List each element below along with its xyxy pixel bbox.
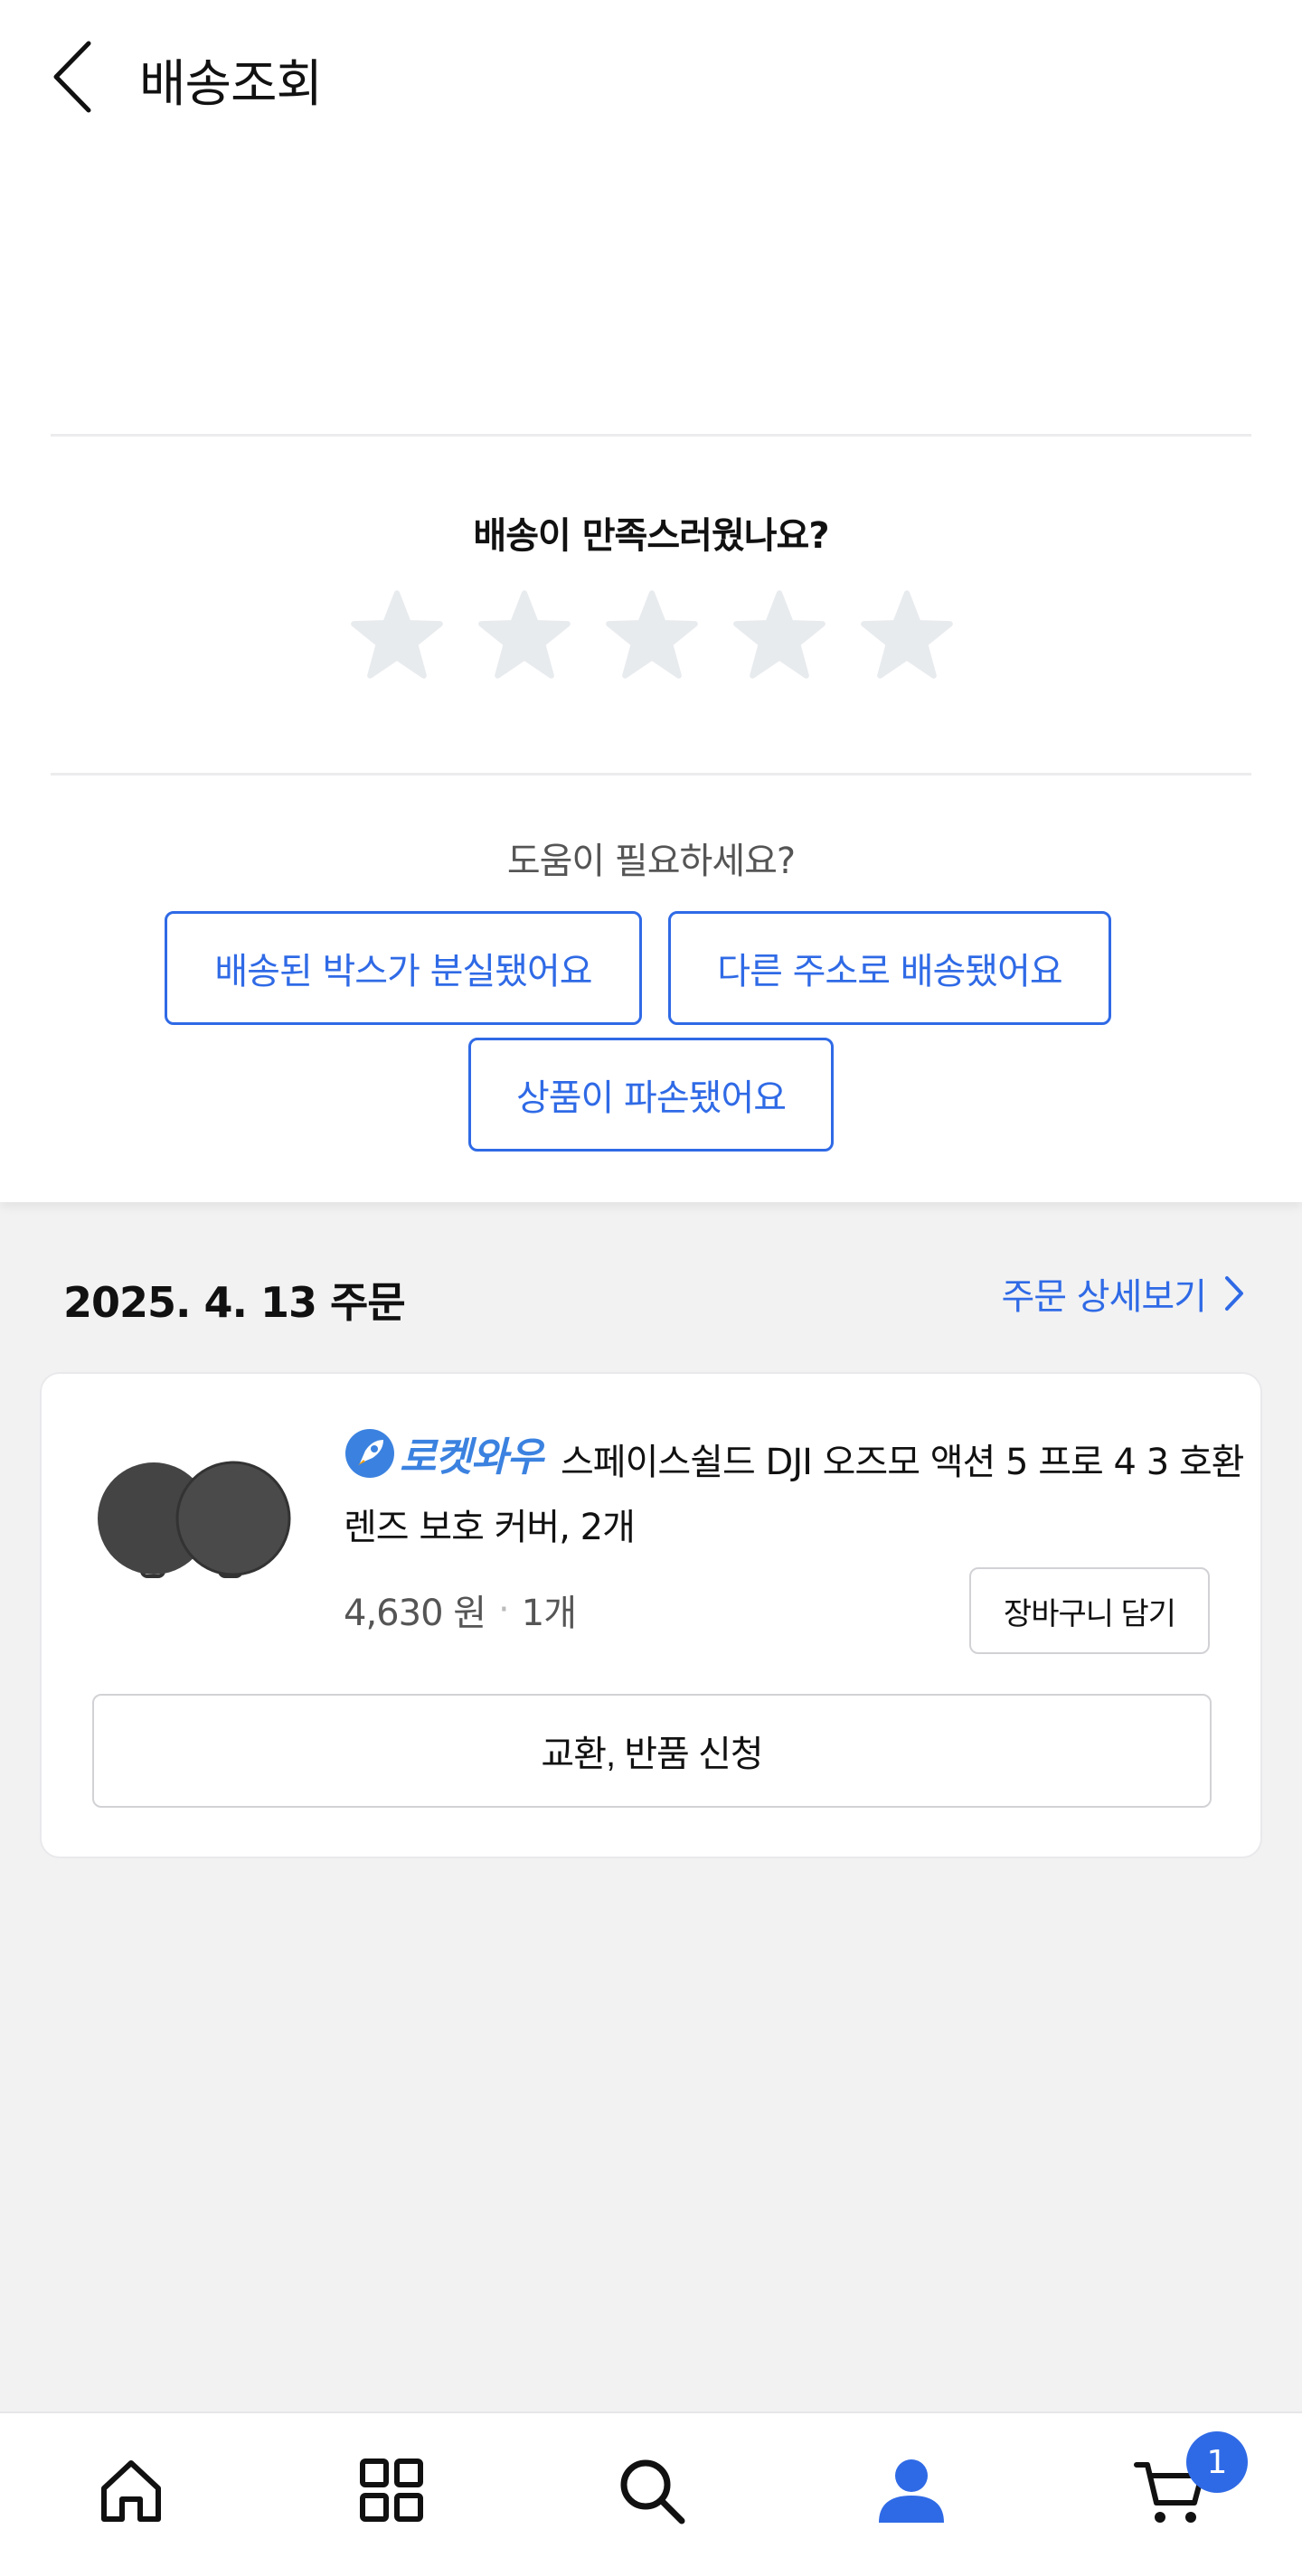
order-detail-label: 주문 상세보기 <box>1001 1276 1207 1318</box>
add-to-cart-button[interactable]: 장바구니 담기 <box>969 1567 1210 1654</box>
wrong-address-button[interactable]: 다른 주소로 배송됐어요 <box>668 911 1111 1025</box>
tab-home[interactable] <box>90 2449 172 2531</box>
delivery-tracking-panel: 배송조회 배송이 만족스러웠나요? 도움이 필요하세요? 배송된 박스가 분실됐… <box>0 0 1302 1202</box>
divider <box>51 434 1251 437</box>
tab-search[interactable] <box>610 2449 692 2531</box>
exchange-return-button[interactable]: 교환, 반품 신청 <box>92 1694 1212 1808</box>
cart-count-badge: 1 <box>1186 2431 1248 2493</box>
category-grid-icon <box>360 2458 423 2522</box>
product-quantity: 1개 <box>521 1593 577 1634</box>
header: 배송조회 <box>0 0 1302 154</box>
star-icon-4[interactable] <box>731 588 827 683</box>
star-rating[interactable] <box>349 588 955 687</box>
chevron-left-icon <box>53 41 91 113</box>
help-question: 도움이 필요하세요? <box>506 841 796 882</box>
damaged-item-button[interactable]: 상품이 파손됐어요 <box>468 1038 834 1152</box>
chevron-right-icon <box>1225 1276 1243 1311</box>
tab-my-page[interactable] <box>871 2449 952 2531</box>
star-icon-1[interactable] <box>349 588 445 683</box>
search-icon <box>620 2459 685 2524</box>
order-detail-link[interactable]: 주문 상세보기 <box>1001 1267 1246 1320</box>
product-price: 4,630 원 <box>344 1593 486 1634</box>
separator-dot: · <box>498 1589 510 1631</box>
star-icon-2[interactable] <box>476 588 572 683</box>
order-item-card: 로켓와우 스페이스쉴드 DJI 오즈모 액션 5 프로 4 3 호환 렌즈 보호… <box>40 1372 1262 1858</box>
home-icon <box>101 2460 161 2522</box>
bottom-tab-bar <box>0 2411 1302 2576</box>
divider <box>51 773 1251 776</box>
rating-question: 배송이 만족스러웠나요? <box>473 515 829 557</box>
lost-box-button[interactable]: 배송된 박스가 분실됐어요 <box>165 911 642 1025</box>
price-row: 4,630 원 · 1개 <box>344 1584 577 1636</box>
star-icon-5[interactable] <box>859 588 955 683</box>
product-thumbnail[interactable] <box>92 1455 300 1618</box>
my-page-icon <box>879 2459 944 2523</box>
tab-category[interactable] <box>351 2449 432 2531</box>
page-title: 배송조회 <box>139 55 323 114</box>
product-name[interactable]: 스페이스쉴드 DJI 오즈모 액션 5 프로 4 3 호환 렌즈 보호 커버, … <box>344 1430 1248 1560</box>
star-icon-3[interactable] <box>604 588 700 683</box>
back-button[interactable] <box>47 36 101 118</box>
order-date: 2025. 4. 13 주문 <box>63 1278 406 1327</box>
